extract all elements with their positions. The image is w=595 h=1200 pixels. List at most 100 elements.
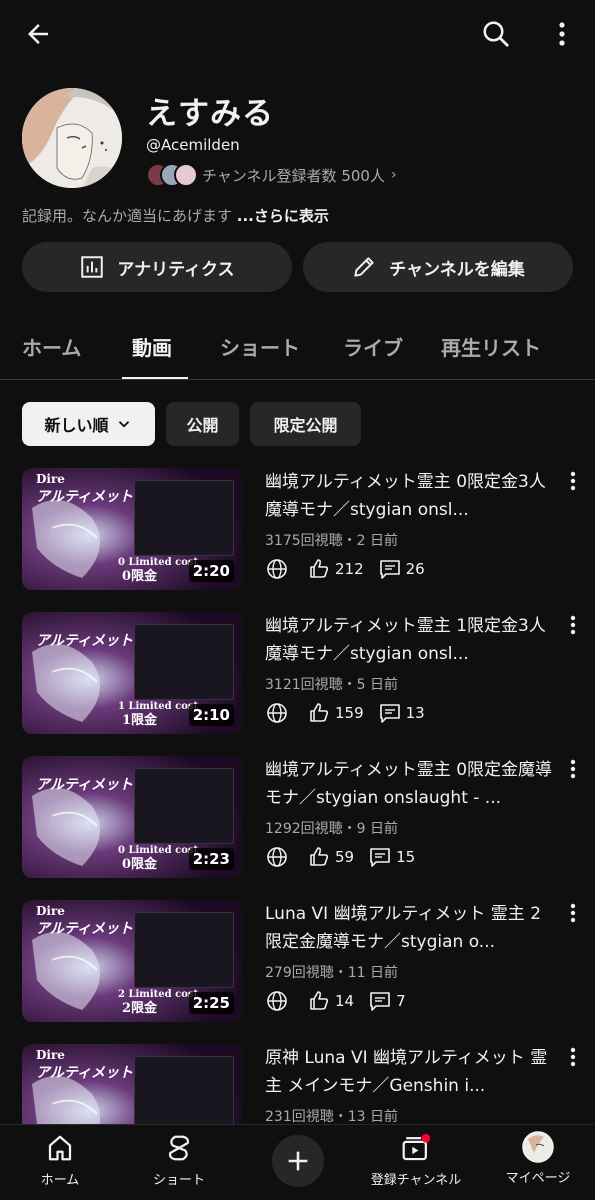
channel-description[interactable]: 記録用。なんか適当にあげます ...さらに表示: [22, 205, 329, 226]
thumbnail-panel: [134, 768, 234, 844]
tab-home[interactable]: ホーム: [22, 332, 81, 361]
filter-unlisted-chip[interactable]: 限定公開: [250, 402, 361, 446]
video-thumbnail[interactable]: Dire アルティメット 0 Limited cost 0限金 2:20: [22, 468, 242, 590]
edit-channel-button[interactable]: チャンネルを編集: [303, 242, 573, 292]
subscriber-count: チャンネル登録者数 500人: [202, 166, 385, 185]
likes-stat: 59: [307, 845, 354, 869]
thumbnail-title: Dire: [36, 472, 65, 486]
search-button[interactable]: [476, 14, 516, 54]
create-button[interactable]: [272, 1135, 324, 1187]
video-more-button[interactable]: [562, 1046, 584, 1068]
video-thumbnail[interactable]: アルティメット 1 Limited cost 1限金 2:10: [22, 612, 242, 734]
thumbnail-caption: 0限金: [122, 857, 158, 872]
sort-dropdown-chip[interactable]: 新しい順: [22, 402, 155, 446]
likes-stat: 159: [307, 701, 364, 725]
thumb-up-icon: [310, 559, 329, 578]
chevron-right-icon: ›: [390, 167, 397, 183]
likes-count: 59: [335, 848, 355, 866]
nav-shorts[interactable]: ショート: [136, 1125, 222, 1200]
video-meta: 231回視聴・13 日前: [265, 1109, 398, 1125]
video-meta: 1292回視聴・9 日前: [265, 821, 398, 837]
tab-live[interactable]: ライブ: [343, 332, 403, 361]
likes-count: 159: [335, 704, 364, 722]
likes-stat: 212: [307, 557, 364, 581]
video-duration: 2:25: [188, 992, 234, 1014]
show-more-link[interactable]: ...さらに表示: [237, 207, 329, 225]
edit-channel-label: チャンネルを編集: [389, 259, 525, 280]
subscriber-count-row[interactable]: チャンネル登録者数 500人 ›: [146, 162, 397, 188]
video-meta: 279回視聴・11 日前: [265, 965, 398, 981]
globe-icon: [267, 559, 287, 579]
video-more-button[interactable]: [562, 758, 584, 780]
comments-count: 26: [405, 560, 425, 578]
video-meta: 3121回視聴・5 日前: [265, 677, 398, 693]
video-more-button[interactable]: [562, 470, 584, 492]
video-title[interactable]: Luna VI 幽境アルティメット 霊主 2限定金魔導モナ／stygian o.…: [265, 900, 555, 956]
comments-stat: 13: [378, 701, 425, 725]
comments-count: 15: [396, 848, 416, 866]
video-duration: 2:10: [188, 704, 234, 726]
video-title[interactable]: 原神 Luna VI 幽境アルティメット 霊主 メインモナ／Genshin i.…: [265, 1044, 555, 1100]
home-icon: [48, 1135, 72, 1161]
tab-videos[interactable]: 動画: [132, 332, 172, 361]
description-text: 記録用。なんか適当にあげます: [22, 207, 237, 225]
thumbnail-subtitle: アルティメット: [36, 633, 134, 649]
chevron-down-icon: [118, 421, 129, 428]
nav-shorts-label: ショート: [152, 1173, 205, 1188]
likes-stat: 14: [307, 989, 354, 1013]
tab-shorts[interactable]: ショート: [220, 332, 300, 361]
filter-public-chip[interactable]: 公開: [166, 402, 239, 446]
globe-icon: [267, 703, 287, 723]
thumbnail-caption: 0限金: [122, 569, 158, 584]
thumbnail-panel: [134, 480, 234, 556]
tab-playlists[interactable]: 再生リスト: [441, 332, 541, 361]
thumbnail-panel: [134, 912, 234, 988]
more-vert-icon: [570, 903, 576, 923]
thumbnail-panel: [134, 1056, 234, 1132]
search-icon: [483, 21, 509, 47]
video-thumbnail[interactable]: アルティメット 0 Limited cost 0限金 2:23: [22, 756, 242, 878]
video-title[interactable]: 幽境アルティメット霊主 1限定金3人 魔導モナ／stygian onsl...: [265, 612, 555, 668]
video-title[interactable]: 幽境アルティメット霊主 0限定金魔導モナ／stygian onslaught -…: [265, 756, 555, 812]
nav-my-page-label: マイページ: [505, 1171, 571, 1186]
thumbnail-title: Dire: [36, 1048, 65, 1062]
thumbnail-caption: 2限金: [122, 1001, 158, 1016]
nav-subscriptions[interactable]: 登録チャンネル: [364, 1125, 468, 1200]
video-item[interactable]: Dire アルティメット 0 Limited cost 0限金 2:20 幽境ア…: [22, 468, 582, 590]
comments-stat: 7: [368, 989, 406, 1013]
likes-count: 14: [335, 992, 355, 1010]
shorts-icon: [168, 1135, 190, 1161]
thumbnail-subtitle: アルティメット: [36, 1065, 134, 1081]
arrow-left-icon: [28, 24, 48, 44]
thumb-up-icon: [310, 703, 329, 722]
back-button[interactable]: [18, 14, 58, 54]
video-stats: 159 13: [265, 700, 439, 726]
video-more-button[interactable]: [562, 614, 584, 636]
nav-home-label: ホーム: [40, 1173, 80, 1188]
thumbnail-subtitle: アルティメット: [36, 777, 134, 793]
video-item[interactable]: Dire アルティメット 2 Limited cost 2限金 2:25 Lun…: [22, 900, 582, 1022]
channel-header: えすみる @Acemilden チャンネル登録者数 500人 ›: [22, 88, 582, 188]
nav-home[interactable]: ホーム: [20, 1125, 100, 1200]
thumbnail-caption: 1限金: [122, 713, 158, 728]
video-stats: 14 7: [265, 988, 420, 1014]
more-vert-icon: [559, 22, 565, 46]
video-stats: 59 15: [265, 844, 429, 870]
channel-tabs: ホーム 動画 ショート ライブ 再生リスト: [0, 322, 595, 380]
visibility-public: [265, 557, 293, 581]
video-more-button[interactable]: [562, 902, 584, 924]
video-item[interactable]: アルティメット 1 Limited cost 1限金 2:10 幽境アルティメッ…: [22, 612, 582, 734]
video-title[interactable]: 幽境アルティメット霊主 0限定金3人 魔導モナ／stygian onsl...: [265, 468, 555, 524]
visibility-public: [265, 845, 293, 869]
video-thumbnail[interactable]: Dire アルティメット 2 Limited cost 2限金 2:25: [22, 900, 242, 1022]
channel-avatar[interactable]: [22, 88, 122, 188]
comment-icon: [370, 848, 390, 867]
subscriptions-icon: [402, 1133, 431, 1161]
video-item[interactable]: アルティメット 0 Limited cost 0限金 2:23 幽境アルティメッ…: [22, 756, 582, 878]
video-stats: 212 26: [265, 556, 439, 582]
video-meta: 3175回視聴・2 日前: [265, 533, 398, 549]
analytics-label: アナリティクス: [117, 259, 235, 280]
nav-my-page[interactable]: マイページ: [494, 1125, 582, 1200]
more-options-button[interactable]: [546, 14, 578, 54]
analytics-button[interactable]: アナリティクス: [22, 242, 292, 292]
